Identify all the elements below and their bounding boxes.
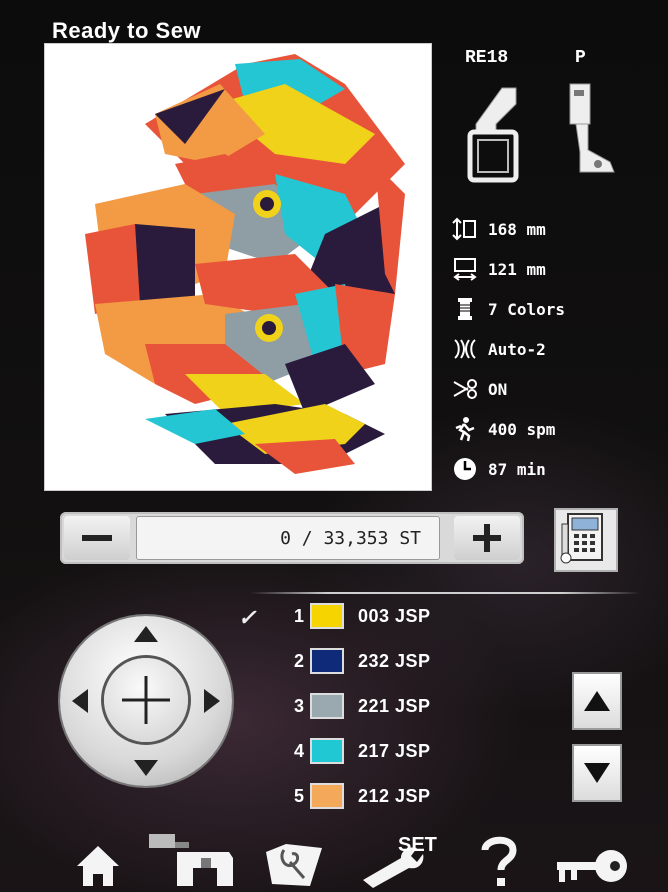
color-number: 2	[293, 650, 304, 671]
thread-cut-icon	[452, 336, 478, 362]
sewing-screen: Ready to Sew RE18 P 168 mm 121 mm 7 Colo…	[0, 0, 668, 892]
sewing-machine-icon	[149, 834, 233, 886]
thread-code: 221 JSP	[358, 695, 431, 716]
thread-color-row[interactable]: 3 221 JSP	[288, 690, 431, 722]
color-number: 3	[293, 695, 304, 716]
dpad-left-arrow-icon	[72, 689, 88, 713]
scroll-down-button[interactable]	[572, 744, 622, 802]
home-icon	[77, 846, 119, 886]
presser-foot-icon	[560, 80, 622, 185]
current-color-check: ✓	[238, 605, 257, 630]
thread-cut-value: Auto-2	[488, 339, 546, 359]
dpad-down-arrow-icon	[134, 760, 158, 776]
color-swatch	[310, 648, 344, 674]
presser-foot-label: P	[575, 48, 586, 68]
color-number: 4	[293, 740, 304, 761]
thread-color-row[interactable]: 2 232 JSP	[288, 645, 431, 677]
dpad-up-arrow-icon	[134, 626, 158, 642]
stitch-forward-button[interactable]	[454, 516, 520, 560]
thread-code: 212 JSP	[358, 785, 431, 806]
thread-cut-info: Auto-2	[452, 334, 546, 364]
settings-label: SET	[398, 834, 437, 856]
color-number: 1	[293, 605, 304, 626]
embroidery-design-image	[85, 54, 405, 474]
time-value: 87 min	[488, 459, 546, 479]
design-width-value: 121 mm	[488, 259, 546, 279]
thread-colors-value: 7 Colors	[488, 299, 566, 319]
minus-icon	[82, 535, 112, 541]
lock-button[interactable]	[550, 810, 632, 888]
thread-code: 217 JSP	[358, 740, 431, 761]
stitch-counter: 0 / 33,353 ST	[60, 512, 524, 564]
color-swatch	[310, 783, 344, 809]
crosshair-icon	[122, 676, 170, 724]
triangle-up-icon	[584, 691, 610, 711]
dpad-right-arrow-icon	[204, 689, 220, 713]
plus-icon	[473, 524, 501, 552]
color-list-divider	[250, 592, 640, 594]
color-swatch	[310, 693, 344, 719]
thread-code: 232 JSP	[358, 650, 431, 671]
design-height-info: 168 mm	[452, 214, 546, 244]
clock-icon	[452, 456, 478, 482]
open-design-icon	[266, 844, 322, 886]
embroidery-unit-button[interactable]	[554, 508, 618, 572]
color-swatch	[310, 738, 344, 764]
width-icon	[452, 256, 478, 282]
speed-info: 400 spm	[452, 414, 555, 444]
sewing-mode-button[interactable]	[146, 810, 240, 888]
thread-code: 003 JSP	[358, 605, 431, 626]
frame-type-label: RE18	[465, 48, 509, 68]
lock-key-icon	[557, 850, 627, 882]
color-swatch	[310, 603, 344, 629]
thread-color-row[interactable]: 4 217 JSP	[288, 735, 431, 767]
scroll-up-button[interactable]	[572, 672, 622, 730]
triangle-down-icon	[584, 763, 610, 783]
thread-spool-icon	[452, 296, 478, 322]
stitch-count-display: 0 / 33,353 ST	[136, 516, 440, 560]
trim-value: ON	[488, 379, 508, 399]
home-button[interactable]	[72, 810, 124, 888]
height-icon	[452, 216, 478, 242]
design-preview	[44, 43, 432, 491]
trim-info: ON	[452, 374, 507, 404]
running-person-icon	[452, 416, 478, 442]
machine-panel-icon	[560, 513, 603, 564]
thread-color-row[interactable]: 1 003 JSP	[288, 600, 431, 632]
time-info: 87 min	[452, 454, 546, 484]
embroidery-frame-icon	[462, 82, 526, 189]
scissors-icon	[452, 376, 478, 402]
open-design-button[interactable]	[262, 810, 326, 888]
help-icon	[481, 836, 517, 886]
stitch-back-button[interactable]	[64, 516, 130, 560]
design-width-info: 121 mm	[452, 254, 546, 284]
color-number: 5	[293, 785, 304, 806]
screen-title: Ready to Sew	[52, 18, 202, 43]
thread-colors-info: 7 Colors	[452, 294, 565, 324]
position-dpad	[60, 616, 232, 786]
design-height-value: 168 mm	[488, 219, 546, 239]
speed-value: 400 spm	[488, 419, 556, 439]
help-button[interactable]	[474, 810, 524, 888]
thread-color-row[interactable]: 5 212 JSP	[288, 780, 431, 812]
dpad-center-button[interactable]	[104, 658, 188, 742]
